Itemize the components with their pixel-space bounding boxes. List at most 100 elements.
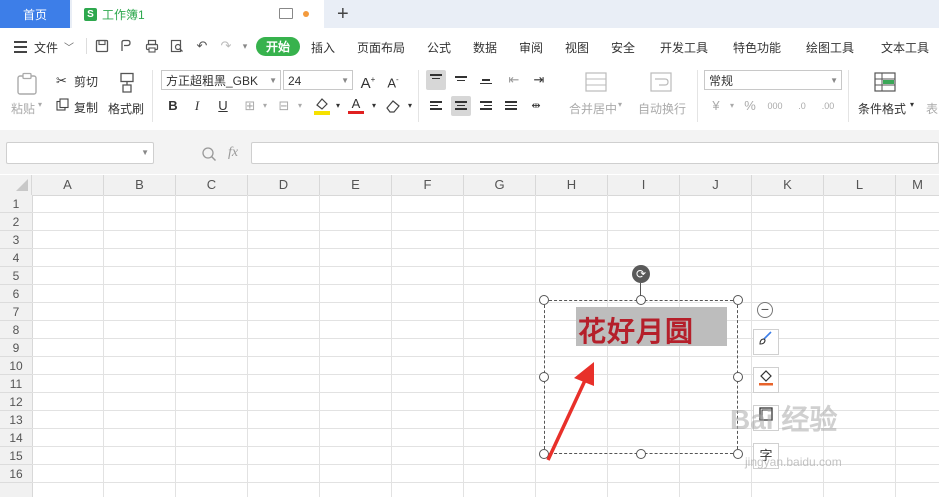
align-bottom-button[interactable] xyxy=(476,70,496,90)
number-format-select[interactable]: 常规 ▼ xyxy=(704,70,842,90)
row-header[interactable]: 7 xyxy=(0,303,32,321)
table-style-button[interactable]: 表 xyxy=(926,100,938,117)
row-header[interactable]: 10 xyxy=(0,357,32,375)
row-header[interactable]: 4 xyxy=(0,249,32,267)
row-header[interactable]: 6 xyxy=(0,285,32,303)
output-icon[interactable] xyxy=(119,39,133,53)
column-header[interactable]: J xyxy=(680,175,752,195)
column-header[interactable]: D xyxy=(248,175,320,195)
cut-button[interactable]: 剪切 xyxy=(74,73,98,90)
select-all-corner[interactable] xyxy=(0,175,32,195)
menu-security[interactable]: 安全 xyxy=(611,39,635,56)
chevron-down-icon[interactable]: ▾ xyxy=(618,100,622,109)
copy-icon[interactable] xyxy=(56,98,69,114)
align-middle-button[interactable] xyxy=(451,70,471,90)
redo-icon[interactable]: ↷ xyxy=(219,39,233,53)
align-center-button[interactable] xyxy=(451,96,471,116)
column-header[interactable]: E xyxy=(320,175,392,195)
column-header[interactable]: A xyxy=(32,175,104,195)
row-header[interactable]: 2 xyxy=(0,213,32,231)
percent-icon[interactable]: % xyxy=(740,96,760,116)
justify-button[interactable] xyxy=(501,96,521,116)
resize-handle[interactable] xyxy=(733,372,743,382)
decrease-indent-icon[interactable]: ⇤ xyxy=(504,70,524,90)
fx-icon[interactable]: fx xyxy=(228,145,238,161)
shape-style-button[interactable] xyxy=(753,329,779,355)
copy-button[interactable]: 复制 xyxy=(74,99,98,116)
cell-grid[interactable] xyxy=(32,195,939,497)
underline-button[interactable]: U xyxy=(213,96,233,116)
zoom-search-icon[interactable] xyxy=(201,146,217,165)
menu-data[interactable]: 数据 xyxy=(473,39,497,56)
column-header[interactable]: C xyxy=(176,175,248,195)
chevron-down-icon[interactable]: ▾ xyxy=(400,96,420,116)
new-tab-button[interactable]: + xyxy=(337,3,349,26)
row-header[interactable]: 15 xyxy=(0,447,32,465)
row-header[interactable]: 8 xyxy=(0,321,32,339)
conditional-format-icon[interactable] xyxy=(874,72,896,95)
italic-button[interactable]: I xyxy=(187,96,207,116)
column-header[interactable]: G xyxy=(464,175,536,195)
column-header[interactable]: B xyxy=(104,175,176,195)
chevron-down-icon[interactable]: ▾ xyxy=(238,39,252,53)
eraser-icon[interactable] xyxy=(385,98,401,117)
font-color-icon[interactable]: A xyxy=(348,96,364,116)
row-header[interactable]: 1 xyxy=(0,195,32,213)
menu-file[interactable]: 文件 xyxy=(34,39,58,56)
column-header[interactable]: M xyxy=(896,175,939,195)
row-header[interactable]: 3 xyxy=(0,231,32,249)
resize-handle[interactable] xyxy=(733,449,743,459)
word-art-text[interactable]: 花好月圆 xyxy=(576,307,727,348)
format-painter-button[interactable]: 格式刷 xyxy=(108,100,144,117)
align-top-button[interactable] xyxy=(426,70,446,90)
column-header[interactable]: K xyxy=(752,175,824,195)
undo-icon[interactable]: ↶ xyxy=(195,39,209,53)
menu-formulas[interactable]: 公式 xyxy=(427,39,451,56)
conditional-format-button[interactable]: 条件格式 xyxy=(858,100,906,117)
menu-text-tools[interactable]: 文本工具 xyxy=(881,39,929,56)
menu-start[interactable]: 开始 xyxy=(256,37,300,56)
column-header[interactable]: F xyxy=(392,175,464,195)
increase-font-icon[interactable]: A+ xyxy=(358,70,378,92)
chevron-down-icon[interactable]: ▾ xyxy=(290,96,310,116)
paste-icon[interactable] xyxy=(16,72,38,99)
row-header[interactable]: 9 xyxy=(0,339,32,357)
menu-developer[interactable]: 开发工具 xyxy=(660,39,708,56)
hamburger-icon[interactable] xyxy=(14,41,27,53)
decrease-decimal-icon[interactable]: .00 xyxy=(818,96,838,116)
paste-button[interactable]: 粘贴 xyxy=(11,100,35,117)
increase-indent-icon[interactable]: ⇥ xyxy=(529,70,549,90)
chevron-down-icon[interactable]: ▾ xyxy=(255,96,275,116)
chevron-down-icon[interactable]: ﹀ xyxy=(64,39,74,54)
formula-input[interactable] xyxy=(251,142,939,164)
distribute-icon[interactable]: ⇹ xyxy=(526,96,546,116)
rotate-handle-icon[interactable]: ⟳ xyxy=(632,265,650,283)
format-painter-icon[interactable] xyxy=(116,72,138,97)
name-box[interactable]: ▼ xyxy=(6,142,154,164)
merge-center-icon[interactable] xyxy=(585,72,607,95)
column-header[interactable]: I xyxy=(608,175,680,195)
chevron-down-icon[interactable]: ▾ xyxy=(364,96,384,116)
chevron-down-icon[interactable]: ▾ xyxy=(722,96,742,116)
row-header[interactable]: 14 xyxy=(0,429,32,447)
menu-view[interactable]: 视图 xyxy=(565,39,589,56)
print-icon[interactable] xyxy=(145,39,159,53)
decrease-font-icon[interactable]: A- xyxy=(383,70,403,90)
resize-handle[interactable] xyxy=(733,295,743,305)
print-preview-icon[interactable] xyxy=(170,39,184,53)
save-icon[interactable] xyxy=(95,39,109,53)
align-left-button[interactable] xyxy=(426,96,446,116)
scissors-icon[interactable]: ✂ xyxy=(56,73,67,89)
chevron-down-icon[interactable]: ▾ xyxy=(910,100,914,109)
row-header[interactable]: 12 xyxy=(0,393,32,411)
shape-fill-button[interactable] xyxy=(753,367,779,393)
merge-center-button[interactable]: 合并居中 xyxy=(569,100,617,117)
menu-insert[interactable]: 插入 xyxy=(311,39,335,56)
tab-workbook[interactable]: S 工作簿1 xyxy=(72,0,324,28)
align-right-button[interactable] xyxy=(476,96,496,116)
bold-button[interactable]: B xyxy=(163,96,183,116)
row-header[interactable]: 16 xyxy=(0,465,32,483)
row-header[interactable]: 13 xyxy=(0,411,32,429)
column-header[interactable]: L xyxy=(824,175,896,195)
monitor-icon[interactable] xyxy=(279,8,293,19)
